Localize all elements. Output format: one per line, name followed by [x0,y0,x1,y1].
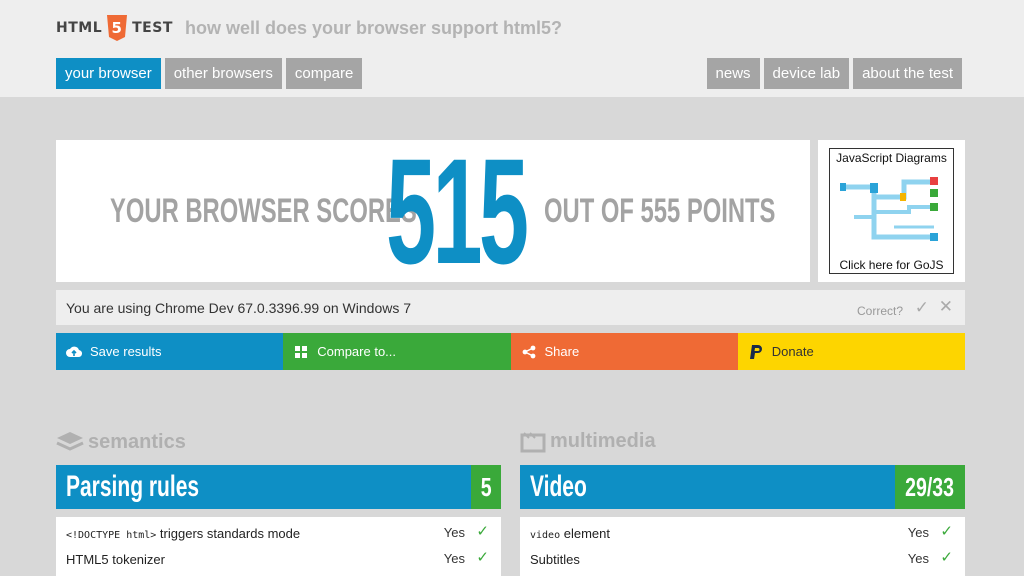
share-icon [521,344,537,360]
film-icon [520,431,546,452]
score-suffix: OUT OF 555 POINTS [544,191,776,230]
feature-label: Subtitles [530,552,580,567]
feature-result: Yes [443,551,465,566]
category-score-badge: 5 [471,465,501,509]
html5-shield-icon: 5 [107,15,128,41]
logo-text-right: TEST [132,20,173,36]
score-panel: YOUR BROWSER SCORES 515 OUT OF 555 POINT… [56,140,810,282]
tagline: how well does your browser support html5… [185,18,563,38]
score-prefix: YOUR BROWSER SCORES [110,191,417,230]
logo-number: 5 [112,19,123,37]
browser-detection-bar: You are using Chrome Dev 67.0.3396.99 on… [56,290,965,325]
ad-footer: Click here for GoJS [839,258,944,272]
reject-close-icon[interactable]: ✕ [939,297,953,317]
compare-to-button[interactable]: Compare to... [283,333,511,370]
save-results-button[interactable]: Save results [56,333,284,370]
gojs-ad[interactable]: JavaScript Diagrams Click here for GoJS [818,140,965,282]
category-score-badge: 29/33 [895,465,965,509]
share-label: Share [544,344,580,359]
parsing-rules-list: <!DOCTYPE html> triggers standards mode … [56,517,501,576]
check-icon: ✓ [476,523,489,540]
save-results-label: Save results [90,344,162,359]
check-icon: ✓ [476,549,489,566]
header: HTML 5 TEST how well does your browser s… [0,0,1024,97]
feature-code: video [530,530,561,541]
feature-label: HTML5 tokenizer [66,552,165,567]
correct-label: Correct? [856,304,903,318]
semantics-section-title: semantics [56,430,186,454]
category-name: Video [530,470,587,503]
cloud-upload-icon [66,344,82,360]
layers-icon [56,432,84,451]
browser-info-text: You are using Chrome Dev 67.0.3396.99 on… [66,300,412,316]
video-category[interactable]: Video 29/33 [520,465,965,509]
ad-title: JavaScript Diagrams [836,151,947,165]
feature-label: <!DOCTYPE html> triggers standards mode [66,526,301,541]
video-list: video element Yes ✓ Subtitles Yes ✓ [520,517,965,576]
feature-result: Yes [443,525,465,540]
multimedia-title-text: multimedia [550,430,656,452]
nav-news[interactable]: news [706,58,760,89]
primary-nav: your browser other browsers compare [56,58,363,89]
secondary-nav: news device lab about the test [706,58,962,89]
feature-result: Yes [907,525,929,540]
semantics-title-text: semantics [88,430,186,453]
nav-your-browser[interactable]: your browser [56,58,161,89]
feature-result: Yes [907,551,929,566]
category-name: Parsing rules [66,470,200,503]
check-icon: ✓ [940,549,953,566]
feature-code: <!DOCTYPE html> [66,530,157,541]
confirm-check-icon[interactable]: ✓ [915,298,929,318]
ad-frame[interactable]: JavaScript Diagrams Click here for GoJS [829,148,954,274]
list-item[interactable]: Subtitles Yes ✓ [520,545,965,571]
diagram-thumbnail-icon [840,177,938,241]
feature-label: video element [530,526,610,541]
category-score: 5 [480,471,492,502]
list-item[interactable]: <!DOCTYPE html> triggers standards mode … [56,519,501,545]
grid-icon [293,344,309,360]
site-logo[interactable]: HTML 5 TEST [56,15,173,41]
share-button[interactable]: Share [510,333,738,370]
nav-compare[interactable]: compare [285,58,363,89]
list-item[interactable]: video element Yes ✓ [520,519,965,545]
check-icon: ✓ [940,523,953,540]
score-value: 515 [386,140,529,282]
category-score: 29/33 [905,471,955,502]
donate-label: Donate [771,344,814,359]
nav-device-lab[interactable]: device lab [763,58,850,89]
nav-other-browsers[interactable]: other browsers [164,58,282,89]
nav-about-the-test[interactable]: about the test [853,58,962,89]
logo-text-left: HTML [56,20,103,36]
parsing-rules-category[interactable]: Parsing rules 5 [56,465,501,509]
action-bar: Save results Compare to... Share Donate [56,333,965,370]
list-item[interactable]: HTML5 tokenizer Yes ✓ [56,545,501,571]
multimedia-section-title: multimedia [520,430,656,453]
paypal-icon [748,344,764,360]
compare-to-label: Compare to... [317,344,397,359]
donate-button[interactable]: Donate [737,333,965,370]
